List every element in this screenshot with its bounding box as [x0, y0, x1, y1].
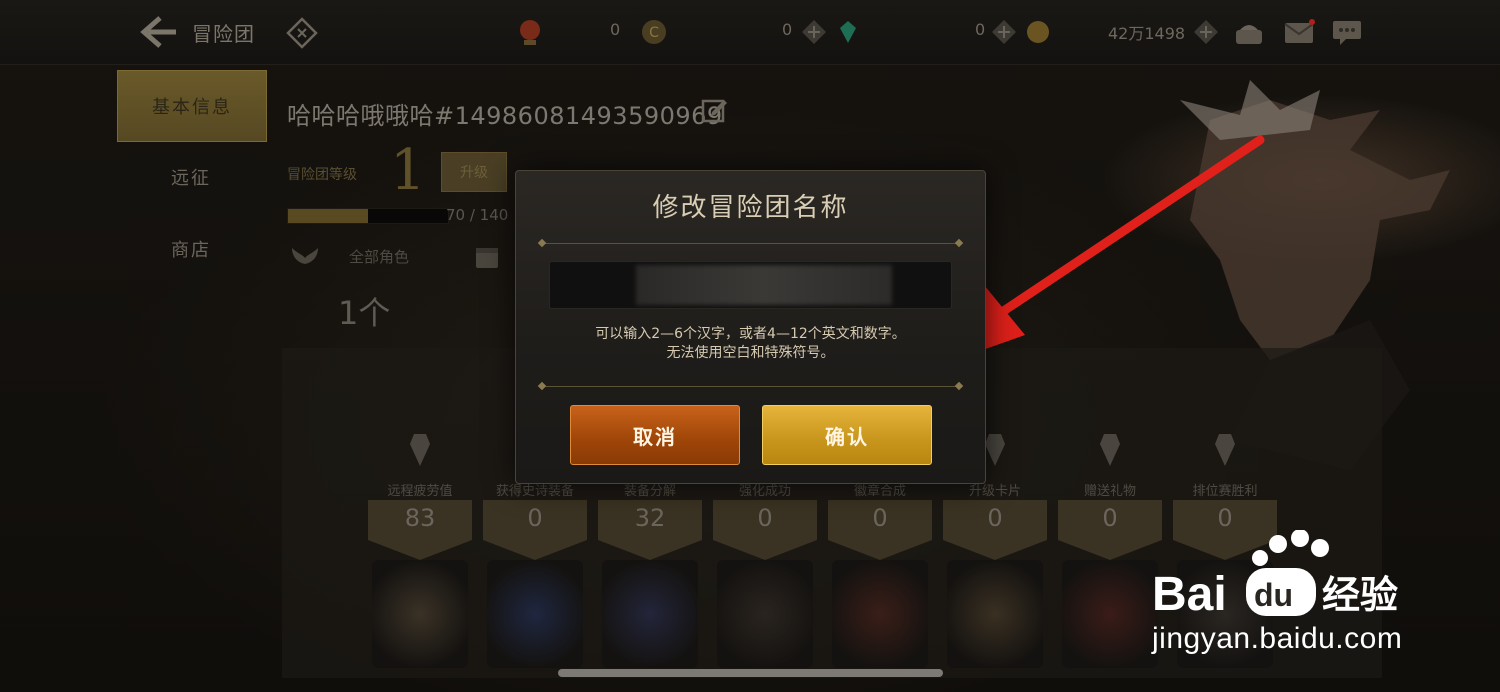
svg-text:du: du: [1254, 577, 1293, 613]
add-currency-icon[interactable]: [800, 18, 828, 46]
chat-icon[interactable]: [1330, 18, 1364, 46]
stat-image: [487, 560, 583, 668]
level-progress-bar: [287, 208, 449, 224]
stat-value: 0: [527, 504, 543, 532]
stat-value: 32: [634, 504, 666, 532]
stat-image: [947, 560, 1043, 668]
wings-icon: [292, 248, 318, 264]
add-currency-icon[interactable]: [1192, 18, 1220, 46]
nav-expedition[interactable]: 远征: [117, 142, 265, 212]
trophy-icon: [520, 20, 540, 45]
level-label: 冒险团等级: [287, 167, 357, 183]
progress-text: 70 / 140: [446, 206, 509, 224]
stat-value: 0: [757, 504, 773, 532]
edit-icon[interactable]: [700, 96, 728, 124]
upgrade-button[interactable]: 升级: [441, 152, 507, 192]
stat-card: 远程疲劳值 83: [368, 420, 472, 678]
coin-c-icon: C: [642, 20, 666, 44]
stat-image: [717, 560, 813, 668]
level-value: 1: [390, 138, 426, 203]
svg-text:经验: 经验: [1322, 573, 1398, 617]
gold-coin-icon: [1027, 21, 1049, 43]
watermark-url: jingyan.baidu.com: [1152, 622, 1403, 655]
stat-label: 远程疲劳值: [387, 484, 453, 499]
stat-image: [1062, 560, 1158, 668]
stat-icon: [410, 434, 430, 466]
stat-image: [832, 560, 928, 668]
filter-all-characters[interactable]: 全部角色: [349, 246, 409, 267]
cake-icon[interactable]: [1232, 18, 1266, 46]
stat-value: 0: [872, 504, 888, 532]
input-hint: 可以输入2—6个汉字，或者4—12个英文和数字。 无法使用空白和特殊符号。: [516, 325, 985, 363]
currency-4-value: 42万1498: [1108, 24, 1186, 43]
stat-card: 赠送礼物 0: [1058, 420, 1162, 678]
confirm-button[interactable]: 确认: [762, 405, 932, 465]
stat-image: [372, 560, 468, 668]
top-bar: 冒险团 0 C 0 0 42万1498: [0, 0, 1500, 65]
stat-label: 赠送礼物: [1083, 484, 1136, 499]
page-title: 冒险团: [192, 22, 255, 46]
diamond-info-icon[interactable]: [286, 17, 318, 49]
home-indicator[interactable]: [558, 669, 943, 677]
svg-text:Bai: Bai: [1152, 568, 1227, 620]
character-count: 1个: [338, 294, 391, 332]
baidu-jingyan-logo: Bai du 经验: [1152, 530, 1398, 620]
rename-dialog: 修改冒险团名称 可以输入2—6个汉字，或者4—12个英文和数字。 无法使用空白和…: [515, 170, 986, 484]
divider-bottom: [542, 386, 959, 387]
adventure-team-name: 哈哈哈哦哦哈#14986081493590969: [287, 102, 723, 130]
stat-image: [602, 560, 698, 668]
progress-fill: [288, 209, 368, 223]
currency-2-value: 0: [782, 20, 793, 39]
name-input[interactable]: [549, 261, 952, 309]
stat-value: 83: [404, 504, 436, 532]
divider-top: [542, 243, 959, 244]
nav-basic-info[interactable]: 基本信息: [117, 70, 267, 142]
stat-icon: [1100, 434, 1120, 466]
currency-3-value: 0: [975, 20, 986, 39]
back-arrow-icon[interactable]: [140, 14, 180, 50]
cancel-button[interactable]: 取消: [570, 405, 740, 465]
calendar-icon[interactable]: [474, 244, 500, 270]
stat-value: 0: [987, 504, 1003, 532]
hint-line-1: 可以输入2—6个汉字，或者4—12个英文和数字。: [595, 326, 906, 342]
mail-icon[interactable]: [1282, 18, 1316, 46]
redacted-input-text: [636, 265, 892, 305]
svg-text:C: C: [649, 25, 659, 41]
stat-value: 0: [1102, 504, 1118, 532]
gem-icon: [840, 21, 856, 43]
stat-value: 0: [1217, 504, 1233, 532]
nav-shop[interactable]: 商店: [117, 214, 265, 284]
hint-line-2: 无法使用空白和特殊符号。: [666, 345, 835, 361]
currency-1-value: 0: [610, 20, 621, 39]
stat-icon: [1215, 434, 1235, 466]
add-currency-icon[interactable]: [990, 18, 1018, 46]
dialog-title: 修改冒险团名称: [652, 193, 849, 223]
stat-label: 排位赛胜利: [1192, 484, 1258, 499]
